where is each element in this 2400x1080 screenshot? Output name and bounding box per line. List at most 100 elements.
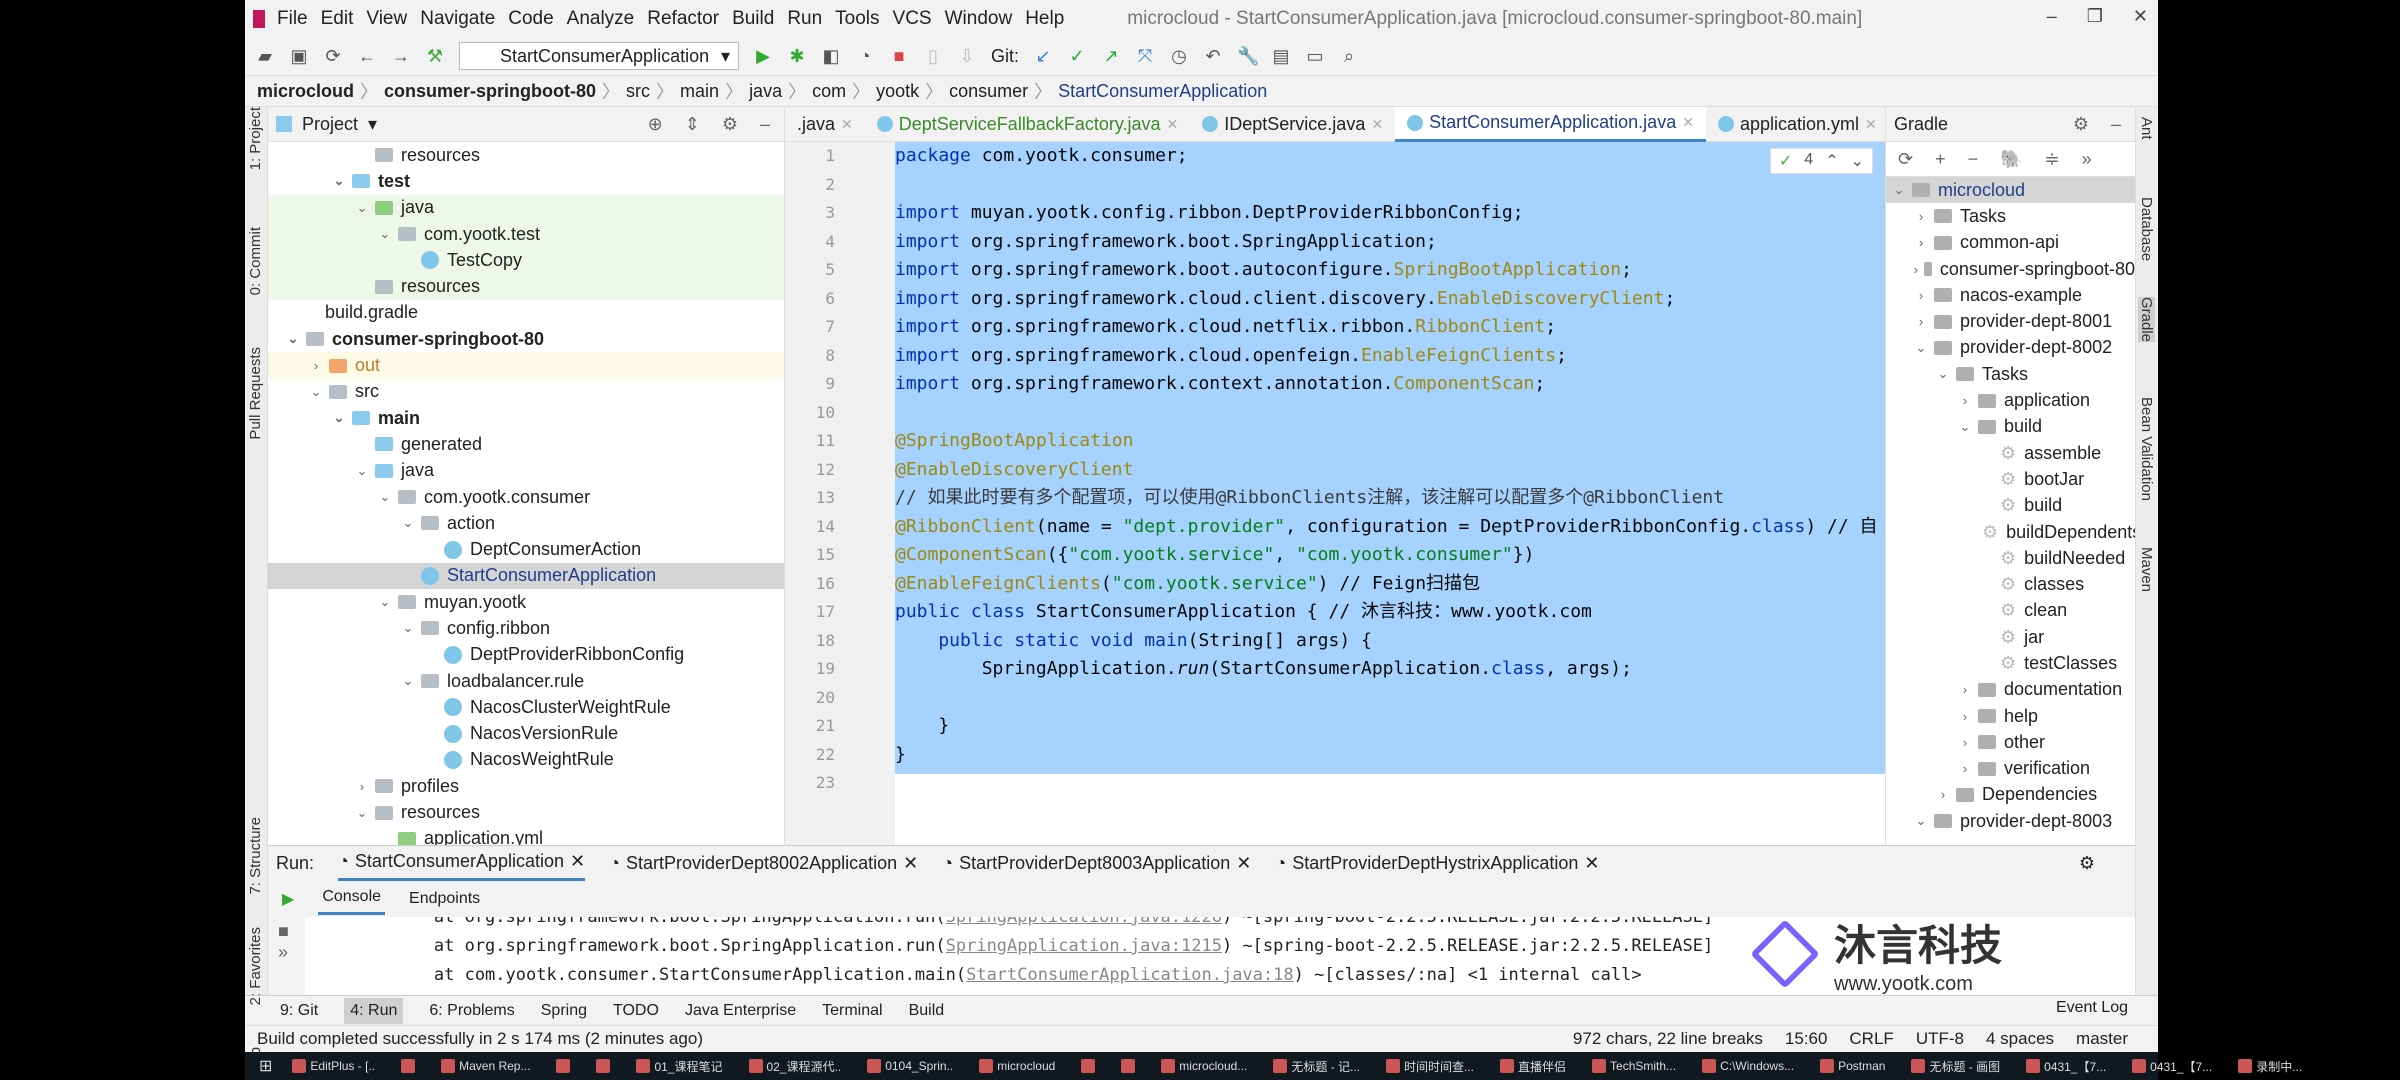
source-link[interactable]: StartConsumerApplication.java:18	[966, 965, 1294, 985]
next-icon[interactable]: ⌄	[1851, 151, 1864, 171]
tree-item[interactable]: › verification	[1886, 756, 2135, 782]
menu-tools[interactable]: Tools	[835, 8, 879, 30]
tree-item[interactable]: resources	[268, 142, 784, 168]
tool-window-favorites[interactable]: 2: Favorites	[247, 927, 264, 1005]
chevron-down-icon[interactable]: ⌄	[1934, 366, 1952, 382]
breadcrumb-item[interactable]: consumer-springboot-80	[384, 81, 596, 102]
taskbar-item[interactable]: Postman	[1814, 1059, 1891, 1073]
tree-item[interactable]: ⌄ java	[268, 458, 784, 484]
more-icon[interactable]: »	[2082, 149, 2092, 170]
breadcrumb-item[interactable]: src	[626, 81, 650, 102]
hide-icon[interactable]: –	[2111, 114, 2121, 135]
tree-item[interactable]: › help	[1886, 703, 2135, 729]
tool-tab-todo[interactable]: TODO	[613, 1002, 659, 1020]
chevron-right-icon[interactable]: ›	[307, 358, 325, 373]
tree-item[interactable]: ⚙ jar	[1886, 624, 2135, 650]
chevron-right-icon[interactable]: ›	[1956, 393, 1974, 408]
close-icon[interactable]: ✕	[1865, 116, 1877, 133]
tool-tab-spring[interactable]: Spring	[541, 1002, 587, 1020]
gear-icon[interactable]: ⚙	[722, 114, 738, 135]
menu-navigate[interactable]: Navigate	[420, 8, 495, 30]
chevron-down-icon[interactable]: ⌄	[376, 489, 394, 505]
chevron-right-icon[interactable]: ›	[1956, 682, 1974, 697]
tool-window-pullrequests[interactable]: Pull Requests	[247, 347, 264, 440]
chevron-down-icon[interactable]: ⌄	[399, 673, 417, 689]
chevron-right-icon[interactable]: ›	[1912, 262, 1920, 277]
tree-item[interactable]: NacosVersionRule	[268, 721, 784, 747]
tree-item[interactable]: ⌄ resources	[268, 799, 784, 825]
tree-item[interactable]: ⌄ consumer-springboot-80	[268, 326, 784, 352]
tool-tab-javaenterprise[interactable]: Java Enterprise	[685, 1002, 796, 1020]
tree-item[interactable]: › application	[1886, 387, 2135, 413]
chevron-down-icon[interactable]: ⌄	[1890, 182, 1908, 198]
taskbar-item[interactable]: 录制中...	[2232, 1058, 2308, 1075]
chevron-right-icon[interactable]: ›	[1956, 735, 1974, 750]
open-icon[interactable]: ▰	[255, 46, 275, 67]
close-icon[interactable]: ✕	[1167, 116, 1179, 133]
tool-window-project[interactable]: 1: Project	[247, 107, 264, 170]
menu-window[interactable]: Window	[945, 8, 1013, 30]
tree-item[interactable]: ⚙ bootJar	[1886, 466, 2135, 492]
tab-ideptservice-java[interactable]: IDeptService.java ✕	[1190, 107, 1395, 142]
status-message[interactable]: Build completed successfully in 2 s 174 …	[257, 1029, 703, 1049]
chevron-down-icon[interactable]: ⌄	[399, 515, 417, 531]
tree-item[interactable]: ⚙ buildDependents	[1886, 519, 2135, 545]
prev-icon[interactable]: ⌃	[1825, 151, 1838, 171]
tree-item[interactable]: resources	[268, 273, 784, 300]
taskbar-item[interactable]: 0431_【7...	[2020, 1058, 2112, 1075]
tree-item[interactable]: ⌄ com.yootk.consumer	[268, 484, 784, 510]
tree-item[interactable]: ⚙ assemble	[1886, 440, 2135, 466]
menu-vcs[interactable]: VCS	[893, 8, 932, 30]
tree-item[interactable]: › profiles	[268, 773, 784, 799]
menu-run[interactable]: Run	[787, 8, 822, 30]
tree-item[interactable]: › common-api	[1886, 230, 2135, 256]
breadcrumb-item[interactable]: java	[749, 81, 782, 102]
rollback-icon[interactable]: ↶	[1203, 46, 1223, 67]
tree-item[interactable]: ⌄ loadbalancer.rule	[268, 668, 784, 694]
run-tab[interactable]: ◔ StartProviderDeptHystrixApplication ✕	[1275, 853, 1599, 874]
save-icon[interactable]: ▣	[289, 46, 309, 67]
indent[interactable]: 4 spaces	[1986, 1029, 2054, 1049]
locate-icon[interactable]: ⊕	[648, 114, 663, 135]
windows-start-icon[interactable]: ⊞	[259, 1056, 272, 1076]
encoding[interactable]: UTF-8	[1916, 1029, 1964, 1049]
taskbar-item[interactable]: 直播伴侣	[1494, 1058, 1572, 1075]
tool-window-structure[interactable]: 7: Structure	[247, 817, 264, 895]
execute-gradle-icon[interactable]: 🐘	[2000, 149, 2022, 170]
git-push-icon[interactable]: ↗	[1101, 46, 1121, 67]
line-separator[interactable]: CRLF	[1849, 1029, 1893, 1049]
tree-item[interactable]: › Tasks	[1886, 203, 2135, 229]
chevron-down-icon[interactable]: ⌄	[353, 200, 371, 216]
search-icon[interactable]: ⌕	[1339, 46, 1359, 67]
taskbar-item[interactable]	[395, 1059, 421, 1073]
taskbar-item[interactable]	[1075, 1059, 1101, 1073]
tab-startconsumerapplication-java[interactable]: StartConsumerApplication.java ✕	[1395, 106, 1706, 142]
close-icon[interactable]: ✕	[1371, 116, 1383, 133]
close-icon[interactable]: ✕	[570, 851, 585, 872]
coverage-icon[interactable]: ◧	[821, 46, 841, 67]
source-link[interactable]: SpringApplication.java:1226	[946, 917, 1222, 927]
breadcrumb-item[interactable]: StartConsumerApplication	[1058, 81, 1267, 102]
taskbar-item[interactable]: 02_课程源代..	[743, 1058, 848, 1075]
tool-tab-build[interactable]: Build	[909, 1002, 945, 1020]
run-tab[interactable]: ◔ StartProviderDept8003Application ✕	[942, 853, 1251, 874]
tree-item[interactable]: ⌄ java	[268, 194, 784, 221]
collapse-icon[interactable]: ⇕	[685, 114, 700, 135]
source-link[interactable]: SpringApplication.java:1215	[946, 936, 1222, 956]
restore-icon[interactable]: ❐	[2087, 6, 2103, 27]
git-merge-icon[interactable]: ⤧	[1135, 46, 1155, 67]
taskbar-item[interactable]: TechSmith...	[1586, 1059, 1682, 1073]
tree-item[interactable]: ⌄ microcloud	[1886, 177, 2135, 204]
tree-item[interactable]: ⌄ com.yootk.test	[268, 220, 784, 248]
taskbar-item[interactable]: 无标题 - 画图	[1905, 1058, 2006, 1075]
tree-item[interactable]: application.yml	[268, 826, 784, 845]
tool-tab-problems[interactable]: 6: Problems	[429, 1002, 514, 1020]
breadcrumb-item[interactable]: main	[680, 81, 719, 102]
taskbar-item[interactable]: C:\Windows...	[1696, 1059, 1800, 1073]
tree-item[interactable]: ⚙ buildNeeded	[1886, 545, 2135, 571]
tool-window-ant[interactable]: Ant	[2138, 117, 2155, 140]
tree-item[interactable]: › Dependencies	[1886, 782, 2135, 808]
chevron-down-icon[interactable]: ⌄	[376, 226, 394, 242]
tree-item[interactable]: ⌄ muyan.yootk	[268, 589, 784, 615]
debug-icon[interactable]: ✱	[787, 46, 807, 67]
